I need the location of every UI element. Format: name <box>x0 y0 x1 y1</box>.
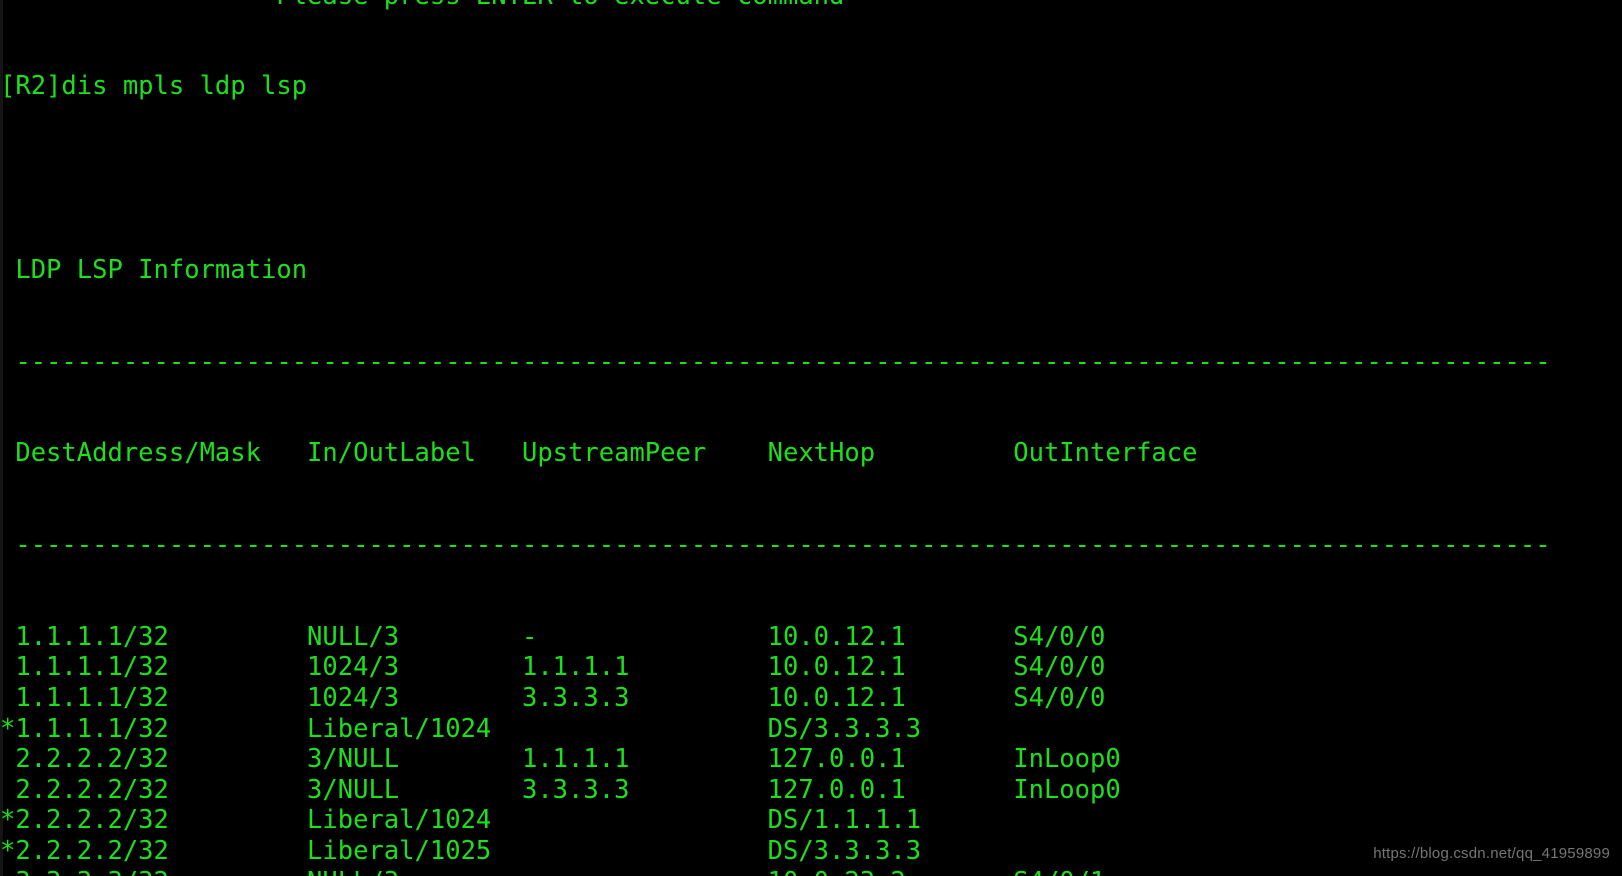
table-row: *1.1.1.1/32 Liberal/1024 DS/3.3.3.3 <box>0 713 922 744</box>
table-row: 1.1.1.1/32 1024/3 1.1.1.1 10.0.12.1 S4/0… <box>0 652 1106 683</box>
command-prompt-line[interactable]: [R2]dis mpls ldp lsp <box>0 71 1622 102</box>
table-column-header: DestAddress/Mask In/OutLabel UpstreamPee… <box>0 438 1198 469</box>
separator-top: ----------------------------------------… <box>0 346 1551 377</box>
watermark: https://blog.csdn.net/qq_41959899 <box>1373 845 1610 862</box>
table-row: 3.3.3.3/32 NULL/3 - 10.0.23.2 S4/0/1 <box>0 867 1622 876</box>
terminal-screen[interactable]: Please press ENTER to execute command [R… <box>0 0 1622 876</box>
lsp-table: 1.1.1.1/32 NULL/3 - 10.0.12.1 S4/0/0 1.1… <box>0 622 1622 876</box>
table-row: 2.2.2.2/32 3/NULL 1.1.1.1 127.0.0.1 InLo… <box>0 744 1121 775</box>
table-row: 2.2.2.2/32 3/NULL 3.3.3.3 127.0.0.1 InLo… <box>0 774 1121 805</box>
terminal-output[interactable]: [R2]dis mpls ldp lsp LDP LSP Information… <box>0 10 1622 876</box>
output-title: LDP LSP Information <box>0 254 308 285</box>
table-row: 1.1.1.1/32 NULL/3 - 10.0.12.1 S4/0/0 <box>0 621 1106 652</box>
separator-header: ----------------------------------------… <box>0 530 1551 561</box>
table-row: *2.2.2.2/32 Liberal/1024 DS/1.1.1.1 <box>0 805 922 836</box>
table-row: 1.1.1.1/32 1024/3 3.3.3.3 10.0.12.1 S4/0… <box>0 683 1106 714</box>
